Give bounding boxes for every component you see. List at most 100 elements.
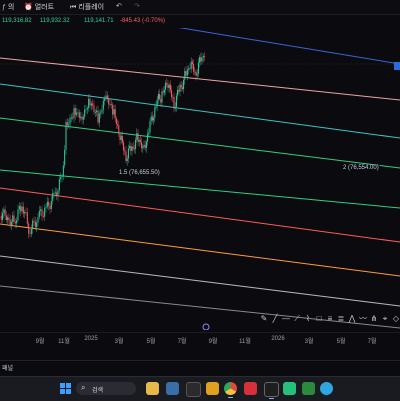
replay-button[interactable]: ⏮ 리플레이 (70, 2, 104, 12)
candle-body (60, 177, 62, 180)
candle-body (72, 117, 74, 119)
indicator-label: 의 (7, 4, 15, 11)
windows-start-icon[interactable] (60, 383, 71, 394)
candle-body (160, 98, 162, 103)
projection-icon[interactable]: ⋔ (370, 314, 378, 323)
candle-body (118, 125, 120, 134)
ray-icon[interactable]: ⟋ (293, 314, 301, 323)
candle-body (171, 90, 173, 97)
candle-body (178, 90, 180, 92)
candle-body (106, 95, 108, 99)
candle-body (147, 133, 149, 142)
candle-body (76, 112, 78, 115)
candle-body (131, 146, 133, 151)
candle-body (94, 112, 96, 113)
candle-body (49, 205, 51, 209)
candle-body (62, 165, 64, 177)
undo-button[interactable]: ↶ (116, 2, 124, 10)
kakao-icon[interactable] (283, 382, 296, 395)
candle-body (53, 193, 55, 194)
wave-icon[interactable]: 〰 (359, 314, 367, 323)
x-tick: 7월 (367, 339, 377, 345)
trend-line-icon[interactable]: ╱ (271, 314, 279, 323)
pencil-icon[interactable]: ✎ (260, 314, 268, 323)
candle-body (199, 57, 201, 63)
pattern-icon[interactable]: ⋀ (348, 314, 356, 323)
candle-body (77, 112, 79, 114)
browser-app-icon[interactable] (166, 382, 179, 395)
rectangle-icon[interactable]: □ (315, 314, 323, 323)
change-value: -845.43 (-0.70%) (120, 18, 166, 24)
candle-body (104, 98, 106, 101)
candle-body (166, 82, 168, 85)
chrome-icon[interactable] (224, 382, 237, 398)
fib-level-1-5-label: 1.5 (76,655.50) (118, 170, 161, 176)
candle-body (165, 82, 167, 90)
fib-channel-icon[interactable]: ≣ (337, 314, 345, 323)
candle-body (153, 117, 155, 121)
candle-body (33, 220, 35, 222)
alert-button[interactable]: ⏰ 얼러트 (24, 2, 54, 12)
chart-canvas[interactable] (0, 28, 400, 330)
candle-body (133, 148, 135, 150)
candle-body (85, 109, 87, 111)
candle-body (24, 212, 26, 214)
replay-icon: ⏮ (70, 4, 77, 11)
brush-icon[interactable]: ⌇ (304, 314, 312, 323)
candle-body (14, 222, 16, 224)
candle-body (159, 93, 161, 99)
candle-body (186, 69, 188, 76)
candle-body (54, 192, 56, 194)
candle-body (114, 109, 116, 119)
fib-line (0, 57, 400, 101)
price-chart[interactable]: 1.5 (76,655.50) 2 (76,554.00) (0, 28, 400, 330)
measure-icon[interactable]: ⌖ (381, 314, 389, 323)
telegram-icon[interactable] (320, 382, 333, 395)
green-app-icon[interactable] (302, 382, 315, 395)
candle-body (202, 56, 204, 58)
candle-body (185, 71, 187, 76)
media-app-icon[interactable] (186, 382, 201, 397)
photos-app-icon[interactable] (206, 382, 219, 395)
dark-app-icon[interactable] (264, 382, 279, 399)
replay-marker-icon[interactable] (202, 323, 210, 330)
close-value: 119,141.71 (84, 18, 114, 24)
time-axis[interactable]: 9월 11월 2025 3월 5월 7월 9월 11월 2026 3월 5월 7… (0, 332, 400, 347)
candle-body (142, 146, 144, 149)
candle-body (73, 108, 75, 119)
candle-body (69, 117, 71, 125)
candle-body (174, 106, 176, 109)
x-tick: 11월 (239, 339, 251, 345)
candle-body (183, 79, 185, 90)
candle-body (4, 209, 6, 216)
candle-body (101, 109, 103, 113)
chart-toolbar: ƒ의 ⏰ 얼러트 ⏮ 리플레이 ↶ ↷ (0, 0, 400, 15)
bottom-panel-header[interactable]: 패널 (0, 360, 400, 373)
candle-body (145, 141, 147, 148)
red-app-icon[interactable] (244, 382, 257, 395)
candle-body (64, 149, 66, 166)
candle-body (88, 98, 90, 109)
taskbar-search[interactable]: ⌕ 검색 (76, 382, 136, 395)
candle-body (5, 215, 7, 221)
indicator-button[interactable]: ƒ의 (2, 2, 14, 12)
candle-body (173, 97, 175, 109)
candle-body (109, 103, 111, 105)
candle-body (16, 220, 18, 224)
redo-button[interactable]: ↷ (134, 2, 142, 10)
candle-body (135, 139, 137, 150)
candle-body (96, 110, 98, 113)
candle-body (117, 123, 119, 126)
candle-body (156, 99, 158, 107)
candle-body (92, 103, 94, 106)
candle-body (29, 233, 31, 235)
candle-body (26, 212, 28, 224)
file-explorer-icon[interactable] (146, 382, 159, 395)
fib-tool-icon[interactable]: ≡ (326, 314, 334, 323)
candle-body (84, 109, 86, 117)
horizontal-line-icon[interactable]: ― (282, 314, 290, 323)
candle-body (28, 223, 30, 234)
candle-body (139, 140, 141, 143)
candle-body (102, 100, 104, 110)
more-tools-icon[interactable]: ◇ (392, 314, 400, 323)
